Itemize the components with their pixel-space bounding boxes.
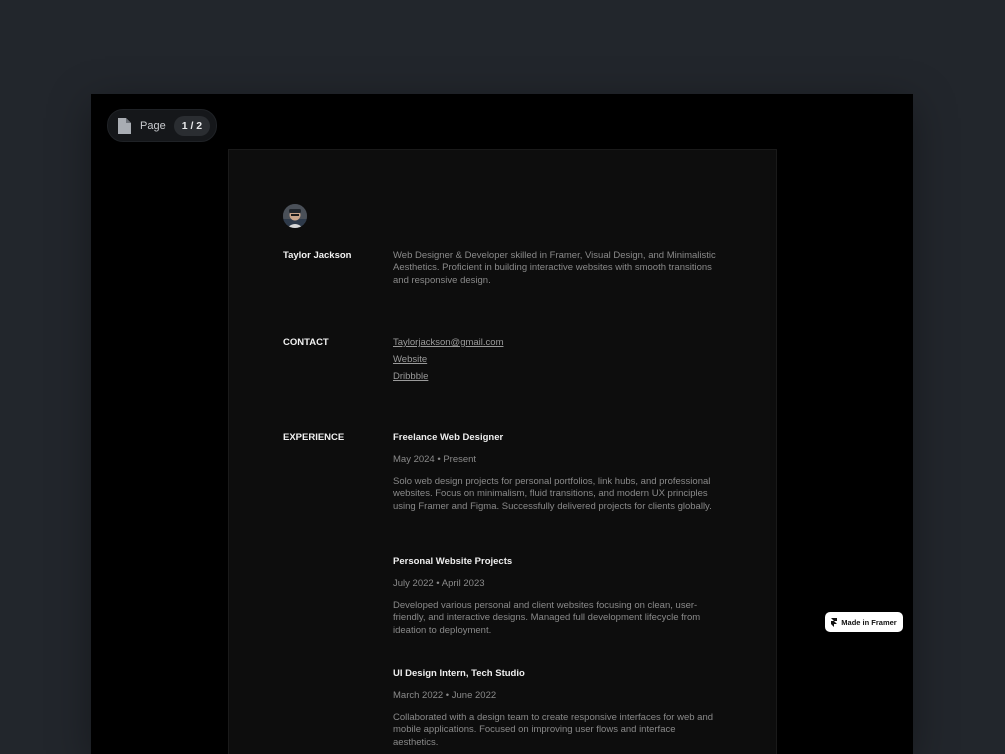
job-dates: July 2022 • April 2023 [393,578,485,589]
contact-links: Taylorjackson@gmail.com Website Dribbble [393,337,723,388]
job-description: Developed various personal and client we… [393,600,701,636]
experience-heading: EXPERIENCE [283,432,345,443]
job-title: Personal Website Projects [393,556,513,567]
resume-page: Taylor Jackson Web Designer & Developer … [228,149,777,754]
dribbble-link[interactable]: Dribbble [393,371,723,388]
profile-summary: Web Designer & Developer skilled in Fram… [393,250,723,287]
page-indicator[interactable]: Page 1 / 2 [107,109,218,142]
experience-list: Freelance Web Designer May 2024 • Presen… [393,432,723,754]
job-dates: May 2024 • Present [393,454,477,465]
badge-label: Made in Framer [841,617,897,627]
job-dates: March 2022 • June 2022 [393,690,497,701]
experience-item: UI Design Intern, Tech Studio March 2022… [393,668,723,749]
experience-item: Freelance Web Designer May 2024 • Presen… [393,432,723,513]
page-count: 1 / 2 [173,115,211,136]
profile-name: Taylor Jackson [283,250,352,261]
job-description: Solo web design projects for personal po… [393,476,712,512]
job-description: Collaborated with a design team to creat… [393,712,714,748]
website-link[interactable]: Website [393,354,723,371]
avatar-image [283,204,307,228]
email-link[interactable]: Taylorjackson@gmail.com [393,337,723,354]
document-icon [118,117,131,134]
profile-bio: Web Designer & Developer skilled in Fram… [393,250,716,286]
contact-heading: CONTACT [283,337,329,348]
made-in-framer-badge[interactable]: Made in Framer [825,612,903,632]
page-label: Page [140,119,166,132]
avatar [283,204,307,228]
document-viewer: Page 1 / 2 Taylor Jackson Web Designer &… [91,94,913,754]
framer-logo-icon [831,617,838,627]
job-title: UI Design Intern, Tech Studio [393,668,525,679]
job-title: Freelance Web Designer [393,432,504,443]
experience-item: Personal Website Projects July 2022 • Ap… [393,556,723,637]
